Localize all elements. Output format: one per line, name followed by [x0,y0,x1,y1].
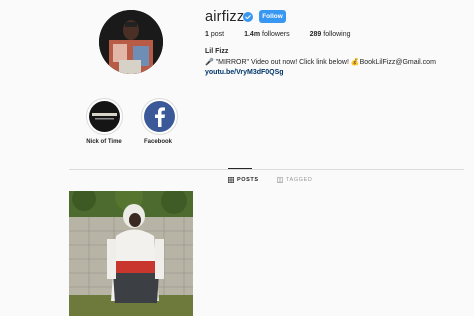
money-bag-icon: 💰 [350,59,360,66]
grid-icon [228,177,234,183]
profile-link[interactable]: youtu.be/VryM3dF0QSg [205,69,284,76]
follow-button[interactable]: Follow [259,10,286,23]
tab-tagged[interactable]: TAGGED [277,177,312,183]
verified-badge-icon [243,12,253,22]
active-tab-indicator [228,168,252,169]
profile-full-name: Lil Fizz [205,48,229,55]
stat-posts: 1 post [205,31,226,38]
highlight-thumbnail [144,101,175,132]
stat-following-label: following [323,31,351,38]
stat-following-value: 289 [309,31,322,38]
highlight-label: Nick of Time [86,139,122,145]
avatar-image [99,10,163,74]
stat-followers[interactable]: 1.4m followers [244,31,292,38]
highlight-label: Facebook [143,139,172,145]
bio-text: "MIRROR" Video out now! Click link below… [215,59,351,66]
tabs-divider [69,169,464,170]
highlight-nick-of-time[interactable] [86,98,123,135]
stat-following[interactable]: 289 following [310,31,353,38]
stat-posts-label: post [210,31,225,38]
highlight-image [89,101,120,132]
tab-tagged-label: TAGGED [286,177,313,183]
tab-posts[interactable]: POSTS [228,177,259,183]
post-thumbnail[interactable] [69,191,193,316]
stat-followers-label: followers [262,31,290,38]
highlight-ring [141,98,178,135]
microphone-icon: 🎤 [205,59,214,66]
profile-avatar[interactable] [99,10,163,74]
stat-followers-value: 1.4m [244,31,261,38]
post-image [69,191,193,316]
highlight-thumbnail [89,101,120,132]
stat-posts-value: 1 [205,31,209,38]
profile-bio: 🎤 "MIRROR" Video out now! Click link bel… [205,58,436,66]
tagged-icon [277,177,283,183]
profile-stats: 1 post 1.4m followers 289 following [205,31,353,38]
highlight-ring [86,98,123,135]
tab-posts-label: POSTS [237,177,259,183]
highlight-facebook[interactable] [141,98,178,135]
bio-email: BookLilFizz@Gmail.com [359,59,436,66]
facebook-icon [144,101,175,132]
